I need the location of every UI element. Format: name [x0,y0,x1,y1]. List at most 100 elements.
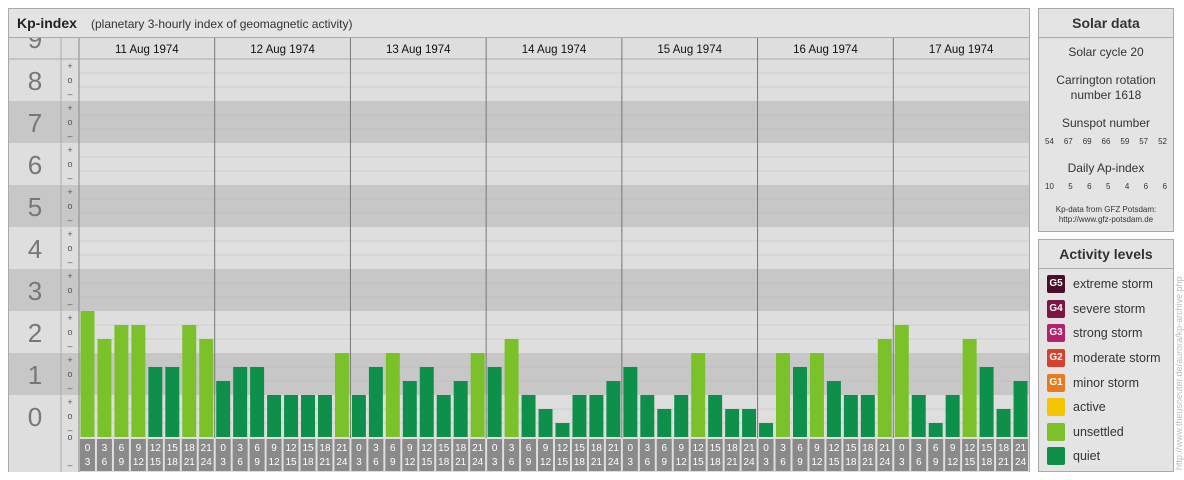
hour-label-end: 21 [862,457,874,468]
hour-label-start: 15 [302,443,314,454]
hour-label-start: 12 [421,443,433,454]
hour-label-end: 21 [184,457,196,468]
minor-tick-label: o [67,75,72,85]
kp-bar [826,381,841,437]
minor-tick-label: + [67,103,72,113]
kp-bar [368,366,383,437]
y-tick-label: 8 [28,66,42,96]
hour-label-end: 18 [167,457,179,468]
level-swatch: G5 [1047,275,1065,294]
kp-bar [504,339,519,437]
hour-label-start: 12 [828,443,840,454]
hour-label-start: 18 [727,443,739,454]
kp-bar [911,395,926,437]
hour-label-start: 9 [950,443,956,454]
kp-bar [555,423,570,437]
hour-label-start: 0 [356,443,362,454]
level-label: moderate storm [1073,351,1161,366]
day-label: 13 Aug 1974 [386,44,451,56]
hour-label-start: 18 [591,443,603,454]
hour-label-start: 0 [85,443,91,454]
hour-label-end: 24 [472,457,484,468]
kp-bar [894,324,909,437]
kp-bar [809,353,824,437]
level-swatch: G1 [1047,373,1065,392]
sunspot-label: Sunspot number [1061,116,1151,130]
minor-tick-label: o [67,201,72,211]
kp-bar [250,366,265,437]
hour-label-start: 0 [628,443,634,454]
kp-bar [572,395,587,437]
hour-label-end: 3 [899,457,905,468]
day-label: 17 Aug 1974 [929,44,994,56]
kp-bar [267,395,282,437]
level-label: extreme storm [1073,277,1153,292]
hour-label-start: 6 [119,443,125,454]
kp-bar [165,366,180,437]
hour-label-start: 0 [899,443,905,454]
hour-label-start: 21 [472,443,484,454]
hour-label-start: 15 [167,443,179,454]
hour-label-end: 6 [237,457,243,468]
hour-label-end: 12 [540,457,552,468]
sunspot-values: 54 67 69 66 59 57 52 [1039,137,1173,146]
sunspot-value: 67 [1063,137,1073,146]
hour-label-end: 24 [201,457,213,468]
day-label: 14 Aug 1974 [522,44,587,56]
level-swatch: G3 [1047,324,1065,343]
hour-label-start: 21 [879,443,891,454]
minor-tick-label: o [67,411,72,421]
minor-tick-label: + [67,271,72,281]
hour-label-start: 3 [509,443,515,454]
y-tick-label: 2 [28,318,42,348]
minor-tick-label: o [67,369,72,379]
level-label: active [1073,400,1106,415]
kp-bar [589,395,604,437]
hour-label-start: 21 [744,443,756,454]
hour-label-start: 21 [1015,443,1027,454]
kp-bar [708,395,723,437]
day-label: 16 Aug 1974 [793,44,858,56]
hour-label-start: 3 [237,443,243,454]
hour-label-end: 15 [693,457,705,468]
hour-label-end: 9 [390,457,396,468]
kp-bar [623,366,638,437]
hour-label-end: 3 [220,457,226,468]
hour-label-end: 9 [933,457,939,468]
hour-label-start: 9 [136,443,142,454]
hour-label-end: 3 [628,457,634,468]
carrington-line2: number 1618 [1070,88,1142,102]
minor-tick-label: + [67,145,72,155]
kp-bar [674,395,689,437]
kp-bar [860,395,875,437]
hour-label-start: 18 [998,443,1010,454]
kp-band [9,311,1029,353]
hour-label-end: 6 [780,457,786,468]
kp-band [9,185,1029,227]
day-label: 12 Aug 1974 [250,44,315,56]
hour-label-start: 9 [543,443,549,454]
hour-label-end: 12 [269,457,281,468]
minor-tick-label: – [67,460,72,470]
hour-label-end: 24 [744,457,756,468]
hour-label-start: 15 [710,443,722,454]
level-g1: G1 minor storm [1039,370,1173,395]
kp-bar-chart: 0123456789+o–+o–+o–+o–+o–+o–+o–+o–+o–o–1… [9,38,1029,472]
sunspot-value: 54 [1045,137,1054,146]
minor-tick-label: + [67,229,72,239]
hour-label-end: 15 [964,457,976,468]
level-swatch [1047,422,1065,441]
ap-value: 6 [1087,182,1092,191]
hour-label-end: 9 [119,457,125,468]
ap-value: 5 [1068,182,1073,191]
kp-bar [487,366,502,437]
kp-bar [538,408,553,437]
minor-tick-label: – [67,131,72,141]
hour-label-start: 18 [455,443,467,454]
kp-band [9,227,1029,269]
hour-label-end: 6 [102,457,108,468]
hour-label-end: 21 [727,457,739,468]
minor-tick-label: + [67,61,72,71]
hour-label-end: 18 [574,457,586,468]
kp-band [9,101,1029,143]
